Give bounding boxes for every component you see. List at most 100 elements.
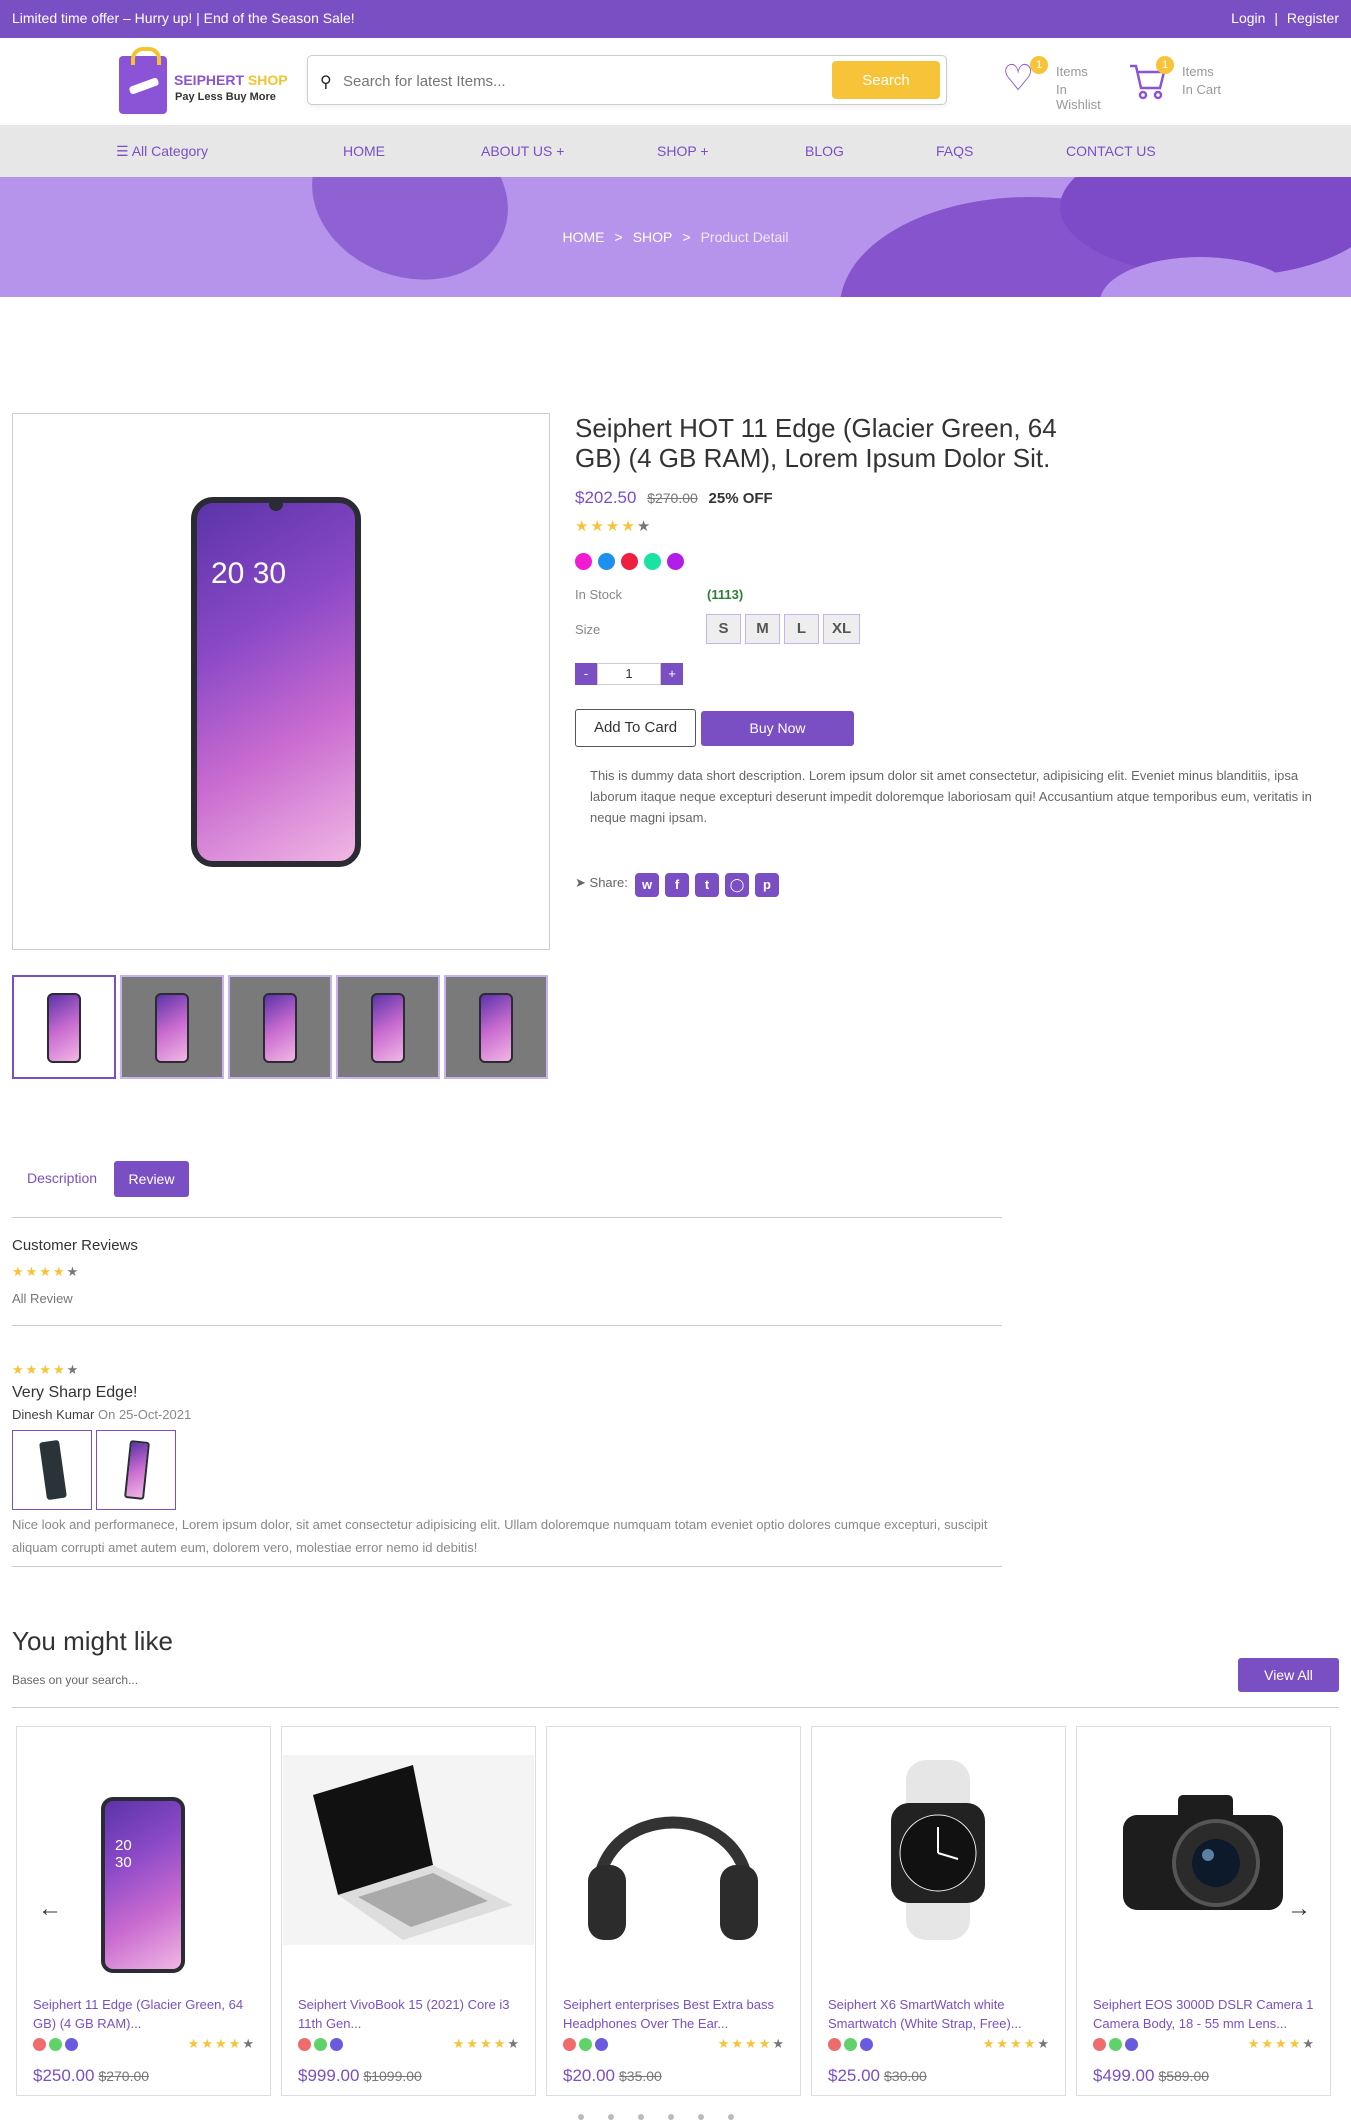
color-dot[interactable] <box>595 2038 608 2051</box>
star-filled-icon: ★ <box>1247 2036 1262 2051</box>
color-dot[interactable] <box>563 2038 576 2051</box>
nav-item-contact[interactable]: CONTACT US <box>1066 143 1156 159</box>
instagram-icon[interactable]: ◯ <box>725 873 749 897</box>
phone-front-image <box>124 1440 150 1500</box>
product-card-image[interactable] <box>283 1755 534 1945</box>
tab-description[interactable]: Description <box>27 1170 97 1186</box>
star-filled-icon: ★ <box>996 2036 1011 2051</box>
pager-dot[interactable] <box>698 2114 704 2120</box>
pager-dot[interactable] <box>578 2114 584 2120</box>
star-filled-icon: ★ <box>605 518 622 535</box>
color-swatch[interactable] <box>598 553 615 570</box>
pinterest-icon[interactable]: p <box>755 873 779 897</box>
breadcrumb-shop[interactable]: SHOP <box>633 229 673 245</box>
auth-links: Login | Register <box>1231 10 1339 26</box>
size-options: S M L XL <box>706 614 864 644</box>
current-price: $202.50 <box>575 488 637 507</box>
phone-thumbnail-image <box>47 993 81 1063</box>
review-image[interactable] <box>12 1430 92 1510</box>
divider <box>12 1217 1002 1218</box>
product-card[interactable]: Seiphert X6 SmartWatch white Smartwatch … <box>811 1726 1066 2096</box>
color-dot[interactable] <box>860 2038 873 2051</box>
pager-dot[interactable] <box>668 2114 674 2120</box>
product-thumbnail[interactable] <box>444 975 548 1079</box>
review-image[interactable] <box>96 1430 176 1510</box>
color-dot[interactable] <box>49 2038 62 2051</box>
pager-dot[interactable] <box>728 2114 734 2120</box>
size-option[interactable]: L <box>784 614 819 644</box>
product-card-image[interactable] <box>813 1755 1064 1945</box>
facebook-icon[interactable]: f <box>665 873 689 897</box>
nav-item-blog[interactable]: BLOG <box>805 143 844 159</box>
color-swatch[interactable] <box>575 553 592 570</box>
color-dot[interactable] <box>828 2038 841 2051</box>
color-dot[interactable] <box>330 2038 343 2051</box>
divider <box>12 1566 1002 1567</box>
nav-item-shop[interactable]: SHOP + <box>657 143 709 159</box>
color-swatch[interactable] <box>644 553 661 570</box>
quantity-increase-button[interactable]: + <box>661 663 683 685</box>
site-logo[interactable]: SEIPHERT SHOP Pay Less Buy More <box>119 47 289 116</box>
product-main-image[interactable]: 20 30 <box>12 413 550 950</box>
star-filled-icon: ★ <box>52 1362 67 1377</box>
whatsapp-icon[interactable]: w <box>635 873 659 897</box>
tab-review[interactable]: Review <box>114 1161 189 1197</box>
color-dot[interactable] <box>844 2038 857 2051</box>
carousel-prev-arrow[interactable]: ← <box>38 1895 62 1923</box>
color-swatch[interactable] <box>621 553 638 570</box>
quantity-decrease-button[interactable]: - <box>575 663 597 685</box>
color-dot[interactable] <box>1109 2038 1122 2051</box>
size-option[interactable]: XL <box>823 614 861 644</box>
overall-rating: ★★★★★ <box>12 1264 80 1280</box>
star-filled-icon: ★ <box>466 2036 481 2051</box>
product-rating: ★★★★★ <box>575 517 652 535</box>
pager-dot[interactable] <box>608 2114 614 2120</box>
quantity-input[interactable]: 1 <box>597 663 661 685</box>
size-option[interactable]: S <box>706 614 741 644</box>
pager-dot[interactable] <box>638 2114 644 2120</box>
add-to-cart-button[interactable]: Add To Card <box>575 709 696 747</box>
nav-item-faqs[interactable]: FAQS <box>936 143 973 159</box>
product-thumbnail[interactable] <box>228 975 332 1079</box>
color-dot[interactable] <box>314 2038 327 2051</box>
product-card-name[interactable]: Seiphert 11 Edge (Glacier Green, 64 GB) … <box>33 1995 258 2033</box>
phone-image: 20 30 <box>101 1797 185 1973</box>
search-button[interactable]: Search <box>832 61 940 99</box>
color-dot[interactable] <box>1125 2038 1138 2051</box>
product-card[interactable]: Seiphert VivoBook 15 (2021) Core i3 11th… <box>281 1726 536 2096</box>
product-card-image[interactable] <box>548 1755 799 1945</box>
product-card-name[interactable]: Seiphert X6 SmartWatch white Smartwatch … <box>828 1995 1053 2033</box>
product-card[interactable]: Seiphert enterprises Best Extra bass Hea… <box>546 1726 801 2096</box>
color-dot[interactable] <box>65 2038 78 2051</box>
color-dot[interactable] <box>33 2038 46 2051</box>
star-filled-icon: ★ <box>12 1362 26 1377</box>
all-category-menu[interactable]: ☰ All Category <box>116 143 208 160</box>
review-text: Nice look and performanece, Lorem ipsum … <box>12 1517 988 1555</box>
product-card-name[interactable]: Seiphert enterprises Best Extra bass Hea… <box>563 1995 788 2033</box>
carousel-next-arrow[interactable]: → <box>1287 1895 1311 1923</box>
nav-item-about[interactable]: ABOUT US + <box>481 143 564 159</box>
twitter-icon[interactable]: t <box>695 873 719 897</box>
product-thumbnail[interactable] <box>336 975 440 1079</box>
color-dot[interactable] <box>1093 2038 1106 2051</box>
all-review-link[interactable]: All Review <box>12 1291 73 1306</box>
breadcrumb-home[interactable]: HOME <box>563 229 605 245</box>
product-card-name[interactable]: Seiphert EOS 3000D DSLR Camera 1 Camera … <box>1093 1995 1318 2033</box>
stock-label: In Stock <box>575 587 622 602</box>
size-option[interactable]: M <box>745 614 780 644</box>
search-input[interactable] <box>343 68 793 94</box>
buy-now-button[interactable]: Buy Now <box>701 711 854 746</box>
color-swatch[interactable] <box>667 553 684 570</box>
view-all-button[interactable]: View All <box>1238 1658 1339 1692</box>
register-link[interactable]: Register <box>1287 10 1339 26</box>
color-dot[interactable] <box>579 2038 592 2051</box>
login-link[interactable]: Login <box>1231 10 1265 26</box>
product-thumbnail[interactable] <box>120 975 224 1079</box>
wishlist-link[interactable]: ♡ 1 Items In Wishlist <box>1002 56 1112 112</box>
nav-item-home[interactable]: HOME <box>343 143 385 159</box>
cart-link[interactable]: 1 Items In Cart <box>1128 56 1238 105</box>
product-thumbnail[interactable] <box>12 975 116 1079</box>
color-dot[interactable] <box>298 2038 311 2051</box>
promo-text: Limited time offer – Hurry up! | End of … <box>12 10 355 26</box>
product-card-name[interactable]: Seiphert VivoBook 15 (2021) Core i3 11th… <box>298 1995 523 2033</box>
